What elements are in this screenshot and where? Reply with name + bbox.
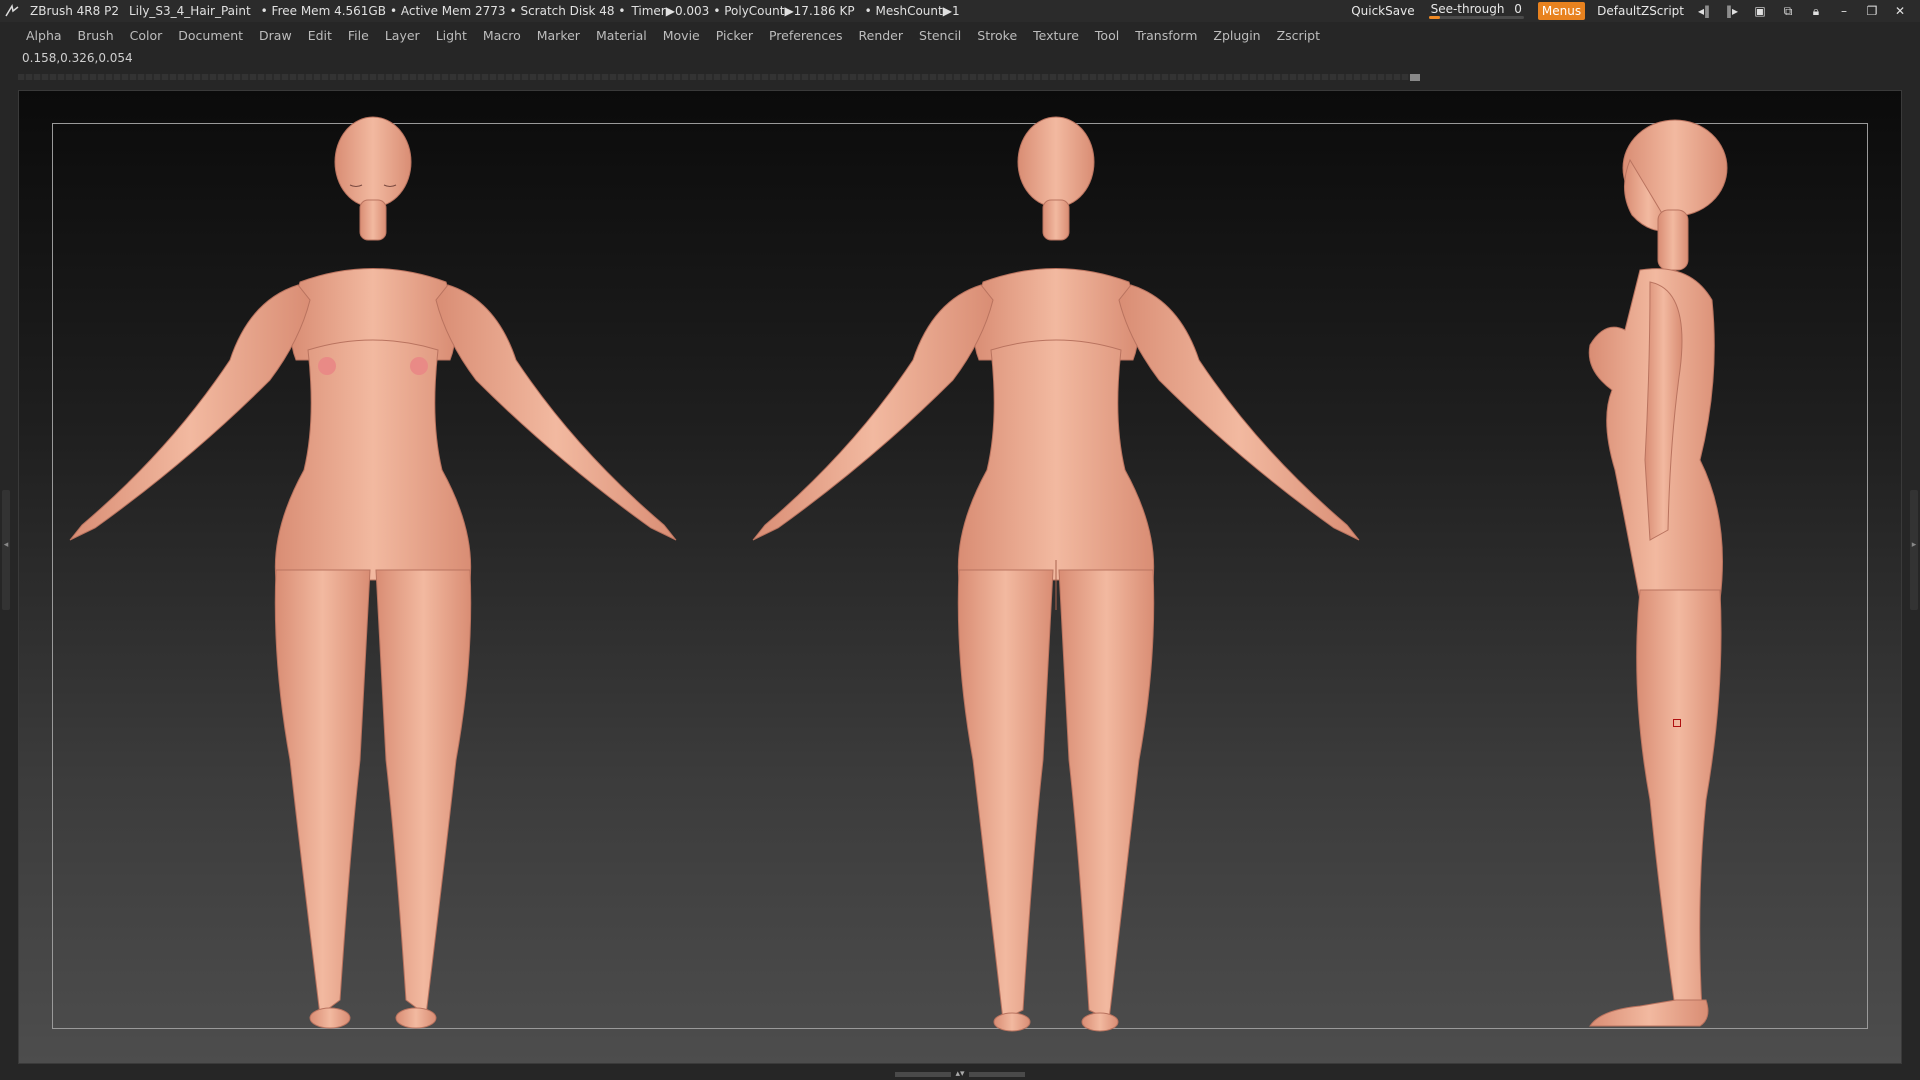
bottom-tray-toggle[interactable]: ▴▾ [895,1069,1026,1079]
side-view-figure[interactable] [1588,119,1728,1027]
model-figures[interactable] [0,0,1920,1080]
cursor-marker [1673,719,1681,727]
back-view-figure[interactable] [752,116,1360,1032]
chevron-updown-icon: ▴▾ [955,1069,965,1079]
front-view-figure[interactable] [69,116,677,1029]
